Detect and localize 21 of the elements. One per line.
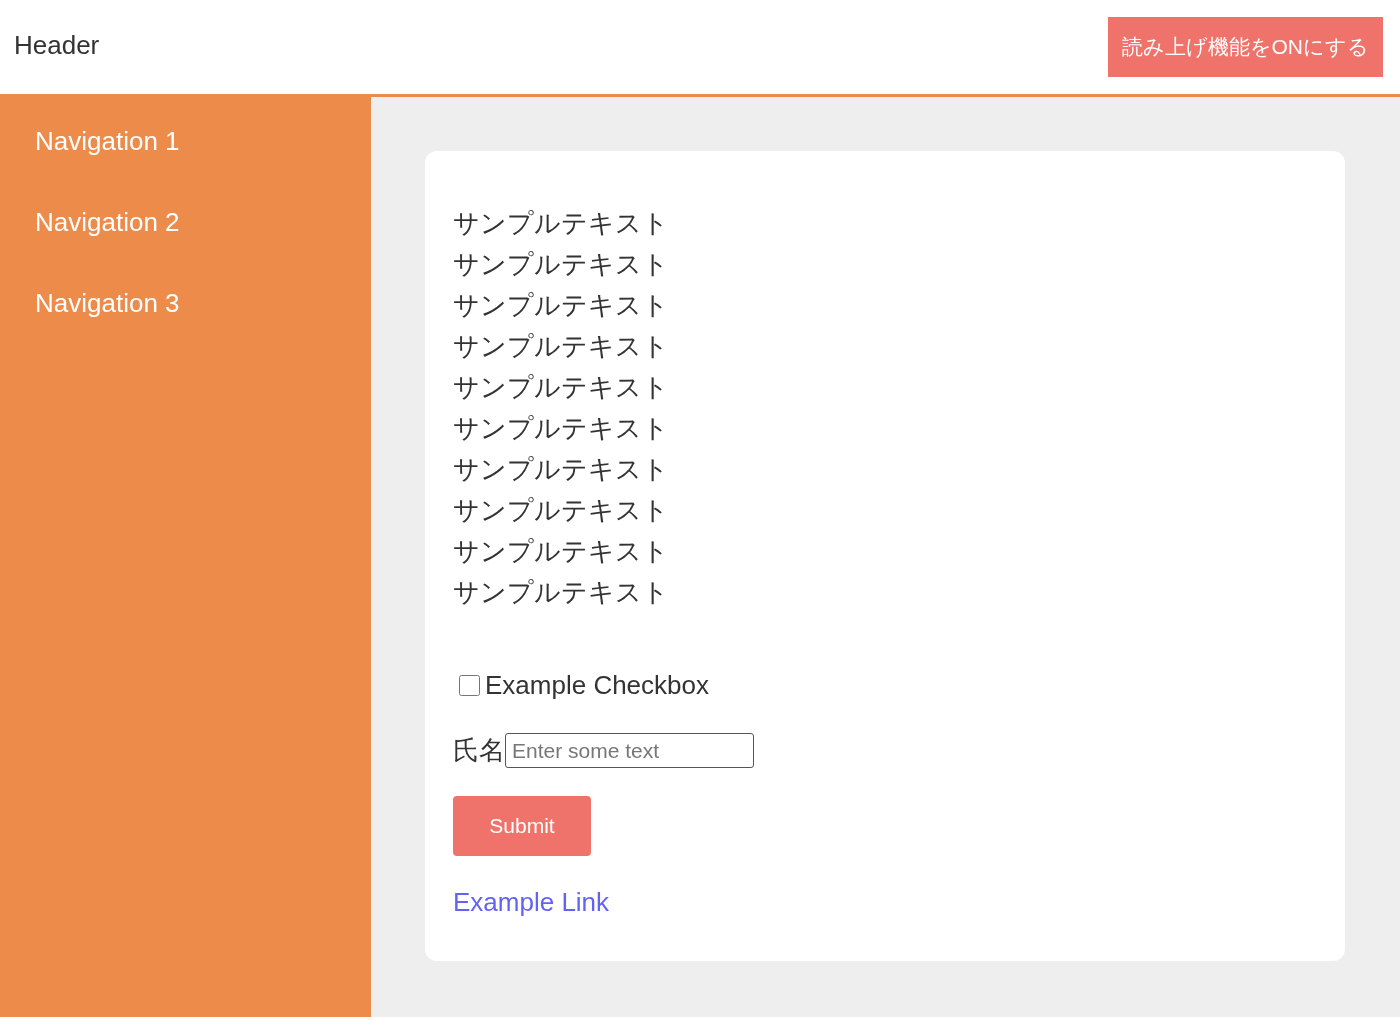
read-aloud-button[interactable]: 読み上げ機能をONにする xyxy=(1107,16,1383,77)
example-link[interactable]: Example Link xyxy=(453,887,610,918)
sample-text: サンプルテキスト xyxy=(453,535,669,568)
sample-text: サンプルテキスト xyxy=(453,453,669,486)
checkbox-label: Example Checkbox xyxy=(485,670,709,701)
nav-link[interactable]: Navigation 3 xyxy=(35,286,371,320)
sample-text: サンプルテキスト xyxy=(453,371,669,404)
sample-text: サンプルテキスト xyxy=(453,576,669,609)
sample-text: サンプルテキスト xyxy=(453,289,669,322)
header-title: Header xyxy=(14,30,100,61)
sample-text: サンプルテキスト xyxy=(453,330,669,363)
nav-link[interactable]: Navigation 2 xyxy=(35,205,371,239)
name-label: 氏名 xyxy=(453,734,505,767)
submit-button[interactable]: Submit xyxy=(453,796,591,856)
checkbox[interactable] xyxy=(459,675,480,696)
name-input-field[interactable]: Enter some text xyxy=(505,733,754,768)
sample-text: サンプルテキスト xyxy=(453,248,669,281)
nav-link[interactable]: Navigation 1 xyxy=(35,124,371,158)
sample-text: サンプルテキスト xyxy=(453,494,669,527)
sample-text: サンプルテキスト xyxy=(453,207,669,240)
sample-text: サンプルテキスト xyxy=(453,412,669,445)
